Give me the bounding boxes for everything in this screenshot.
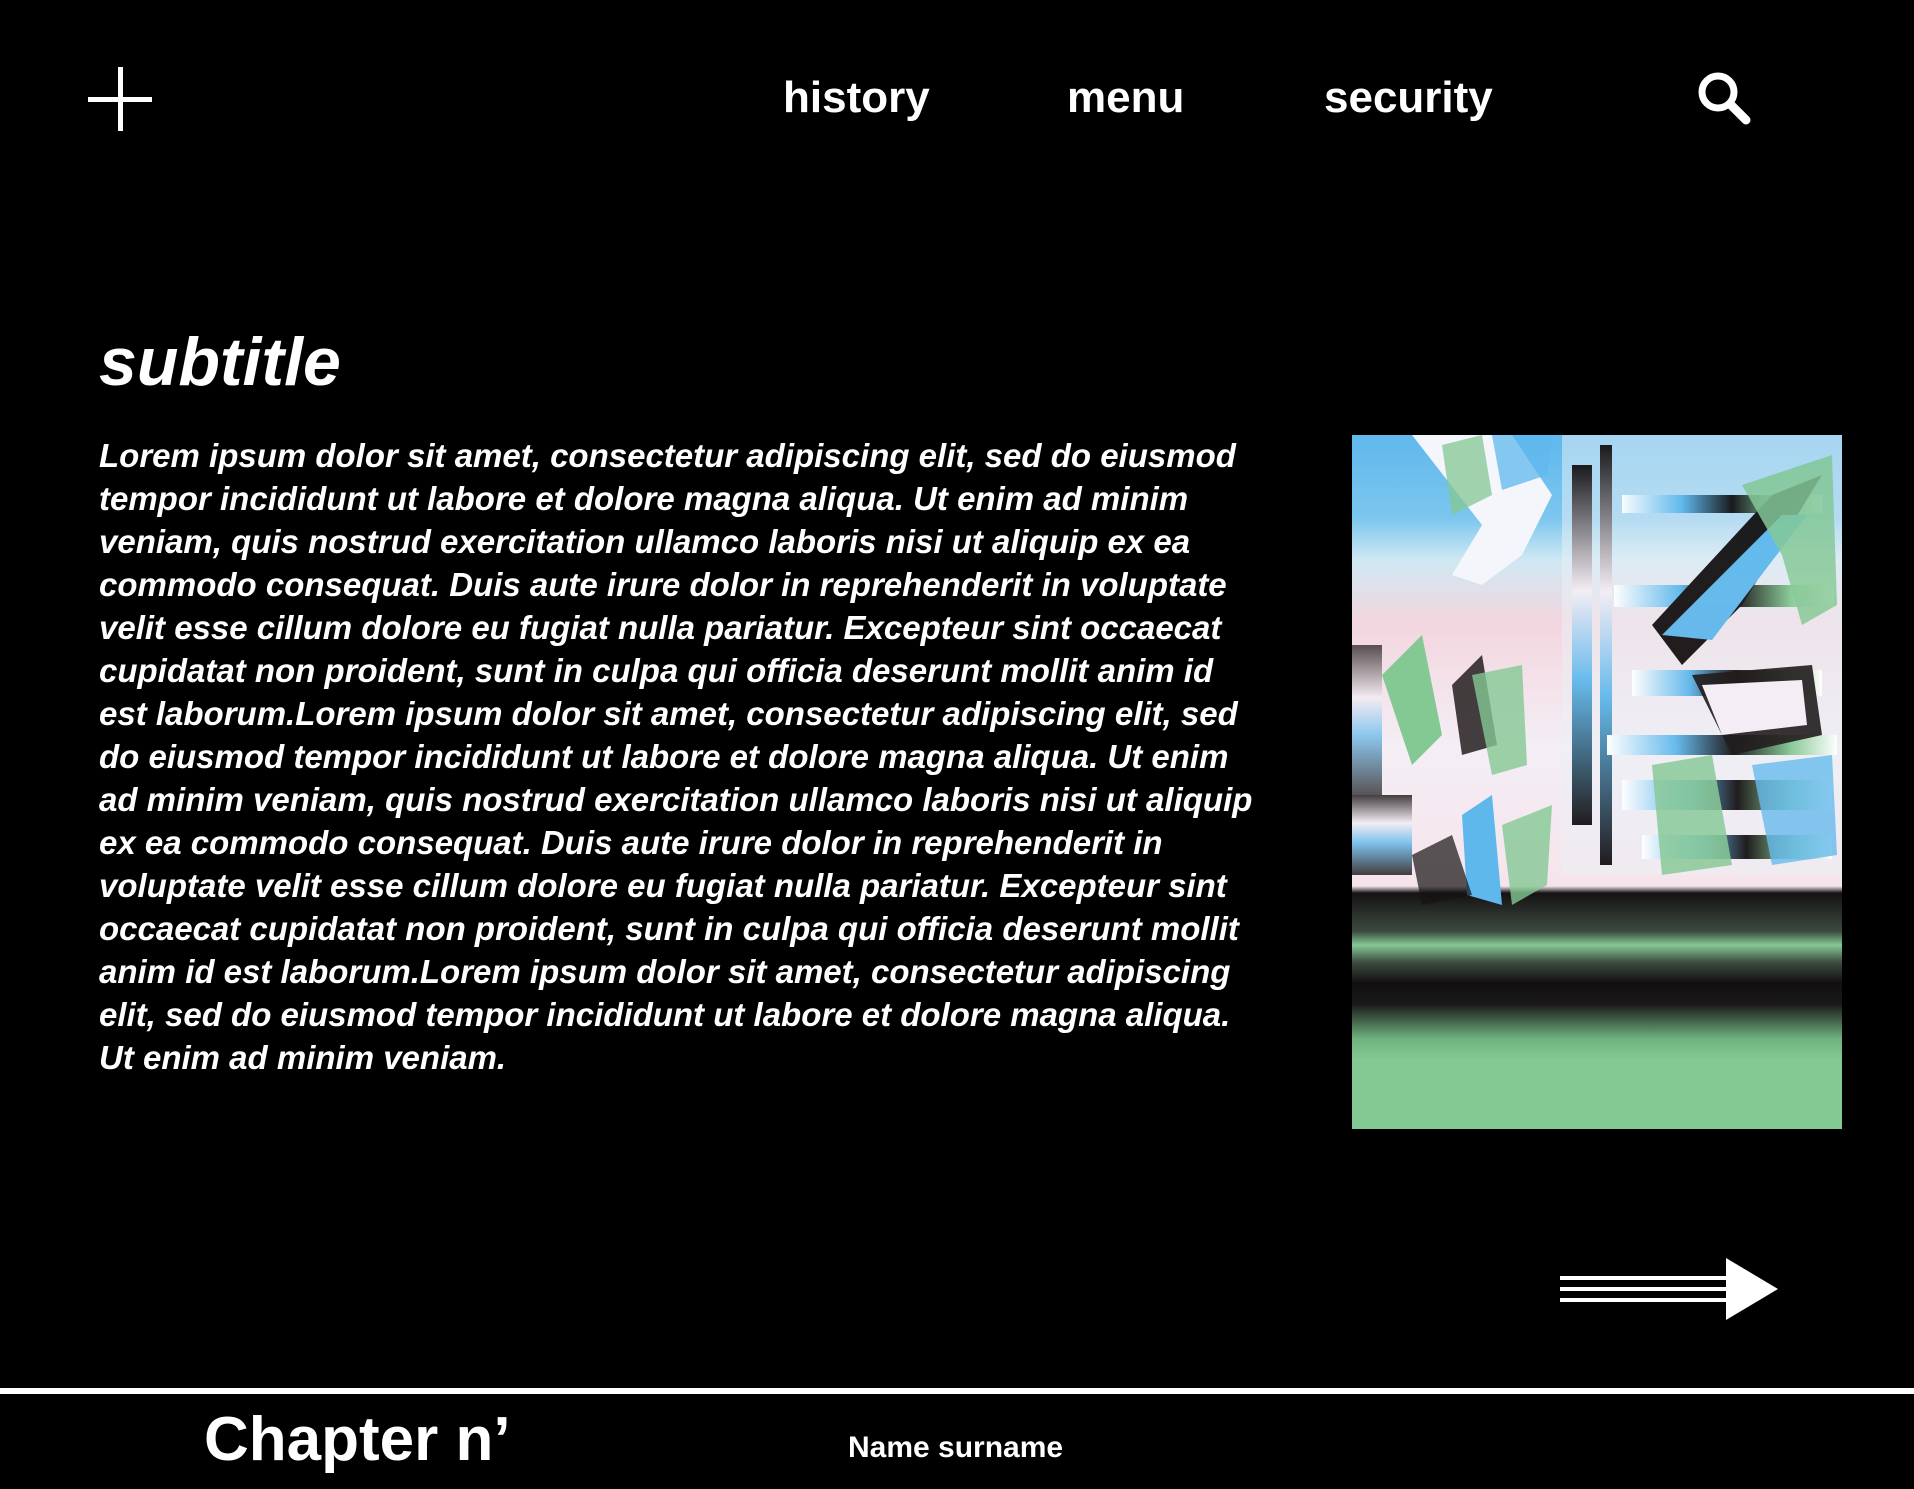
plus-icon[interactable] xyxy=(88,67,152,131)
nav-item-security[interactable]: security xyxy=(1324,70,1493,126)
nav-item-history[interactable]: history xyxy=(783,70,930,126)
artwork-image xyxy=(1352,435,1842,1129)
author-name: Name surname xyxy=(848,1431,1064,1464)
search-icon[interactable] xyxy=(1694,68,1754,128)
footer-divider xyxy=(0,1388,1914,1394)
nav-item-menu[interactable]: menu xyxy=(1067,70,1184,126)
body-text: Lorem ipsum dolor sit amet, consectetur … xyxy=(99,437,1253,1076)
page-subtitle: subtitle xyxy=(99,324,341,400)
chapter-title: Chapter n’ xyxy=(204,1405,511,1474)
arrow-right-icon[interactable] xyxy=(1560,1258,1778,1320)
